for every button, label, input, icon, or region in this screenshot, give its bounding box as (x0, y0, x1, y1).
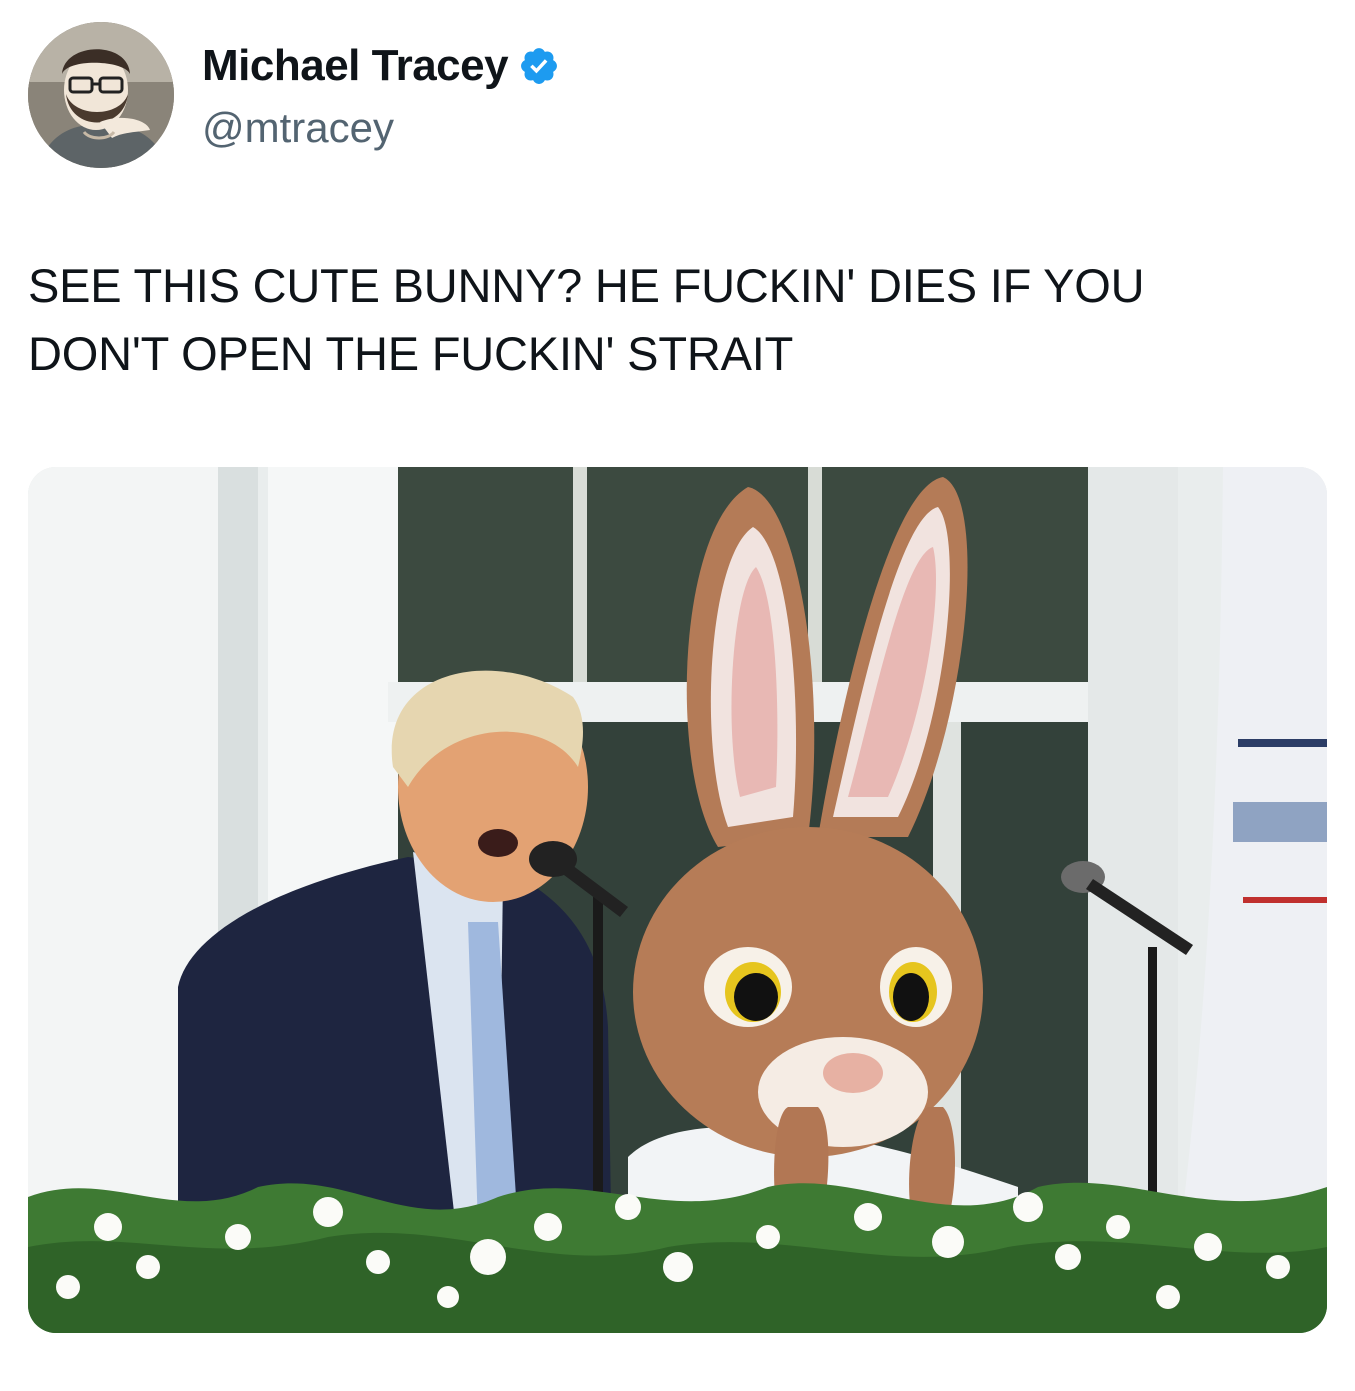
tweet-text: SEE THIS CUTE BUNNY? HE FUCKIN' DIES IF … (28, 259, 1145, 380)
author-name-row: Michael Tracey (202, 40, 560, 92)
tweet-media-image[interactable] (28, 467, 1327, 1333)
author-handle[interactable]: @mtracey (202, 104, 394, 152)
author-name[interactable]: Michael Tracey (202, 41, 509, 91)
avatar[interactable] (28, 22, 174, 168)
photo-illustration (28, 467, 1327, 1333)
verified-check-icon (518, 45, 560, 87)
avatar-illustration-icon (28, 22, 174, 168)
tweet-header: Michael Tracey @mtracey (28, 22, 1328, 172)
